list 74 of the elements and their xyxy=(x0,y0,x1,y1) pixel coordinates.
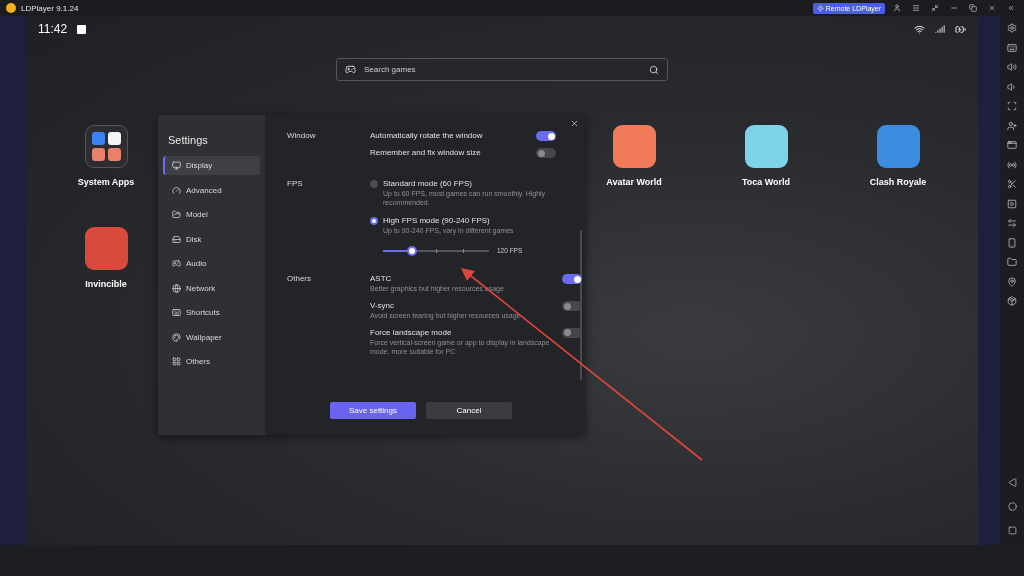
package-icon[interactable] xyxy=(1005,294,1019,308)
toggle-switch[interactable] xyxy=(562,301,582,311)
app-icon[interactable] xyxy=(612,125,656,168)
option-title: ASTC xyxy=(370,274,393,284)
option-title: Automatically rotate the window xyxy=(370,131,483,140)
restore-icon[interactable] xyxy=(966,4,980,12)
app-label: Toca World xyxy=(741,177,791,187)
option-title: Force landscape mode xyxy=(370,327,453,337)
signal-icon xyxy=(935,24,945,34)
app-icon[interactable] xyxy=(84,227,128,270)
lightning-icon xyxy=(816,4,824,12)
wifi-icon xyxy=(914,23,925,35)
app-label: Clash Royale xyxy=(869,177,927,187)
window-icon[interactable] xyxy=(1005,138,1019,152)
gamepad-icon xyxy=(172,259,181,268)
toggle-switch[interactable] xyxy=(536,148,556,158)
dialog-title: Settings xyxy=(167,134,209,146)
app-label: Avatar World xyxy=(606,177,662,187)
gauge-icon xyxy=(172,185,181,195)
monitor-icon xyxy=(172,161,181,170)
slider-thumb[interactable] xyxy=(406,245,417,256)
toggle-switch[interactable] xyxy=(562,274,582,285)
swap-icon[interactable] xyxy=(1005,216,1019,230)
cancel-button[interactable]: Cancel xyxy=(426,402,512,419)
radio-button[interactable] xyxy=(370,180,378,188)
close-button[interactable] xyxy=(570,119,579,128)
gear-icon[interactable] xyxy=(1005,21,1019,35)
nav-item[interactable]: Others xyxy=(163,352,260,371)
battery-icon xyxy=(955,23,966,35)
folder-icon[interactable] xyxy=(84,125,128,168)
back-icon[interactable] xyxy=(1005,475,1019,489)
search-field[interactable]: Search games xyxy=(336,58,668,81)
logo-icon xyxy=(6,3,16,13)
nav-item[interactable]: Shortcuts xyxy=(163,303,260,322)
section-label: Others xyxy=(287,274,312,286)
app-title: LDPlayer 9.1.24 xyxy=(21,3,79,13)
home-icon[interactable] xyxy=(1005,499,1019,513)
volume-up-icon[interactable] xyxy=(1005,60,1019,74)
grid-icon xyxy=(172,357,181,366)
scissors-icon[interactable] xyxy=(1005,177,1019,191)
scrollbar[interactable] xyxy=(580,230,582,380)
save-button[interactable]: Save settings xyxy=(330,402,416,419)
section-label: Window xyxy=(287,131,317,142)
option-title: Remember and fix window size xyxy=(370,148,481,157)
app-icon[interactable] xyxy=(876,125,920,168)
nav-item[interactable]: Audio xyxy=(163,254,260,273)
nav-item[interactable]: Disk xyxy=(163,229,260,249)
nav-item[interactable]: Advanced xyxy=(163,180,260,200)
fullscreen-icon[interactable] xyxy=(1005,99,1019,113)
toggle-switch[interactable] xyxy=(562,327,582,338)
radio-button[interactable] xyxy=(370,216,378,225)
nav-item[interactable]: Network xyxy=(163,278,260,298)
app-label: System Apps xyxy=(77,177,135,187)
nav-item[interactable]: Model xyxy=(163,205,260,224)
search-icon[interactable] xyxy=(649,64,659,75)
app-icon[interactable] xyxy=(744,125,788,168)
gamepad-icon xyxy=(345,64,356,75)
nav-item[interactable]: Wallpaper xyxy=(163,327,260,347)
location-icon[interactable] xyxy=(1005,274,1019,289)
recents-icon[interactable] xyxy=(1005,523,1019,537)
phone-icon[interactable] xyxy=(1005,235,1019,250)
toggle-switch[interactable] xyxy=(536,131,556,141)
app-label: Invincible xyxy=(85,279,127,289)
search-input[interactable]: Search games xyxy=(362,64,643,75)
globe-icon xyxy=(172,283,181,293)
nav-item[interactable]: Display xyxy=(163,156,260,175)
option-title: High FPS mode (90-240 FPS) xyxy=(383,215,491,225)
folder-icon xyxy=(172,210,181,219)
section-label: FPS xyxy=(287,179,304,190)
option-title: Standard mode (60 FPS) xyxy=(383,179,473,188)
option-title: V-sync xyxy=(370,301,395,310)
keyboard-icon xyxy=(172,308,181,317)
clock: 11:42 xyxy=(38,22,68,36)
palette-icon xyxy=(172,332,181,342)
